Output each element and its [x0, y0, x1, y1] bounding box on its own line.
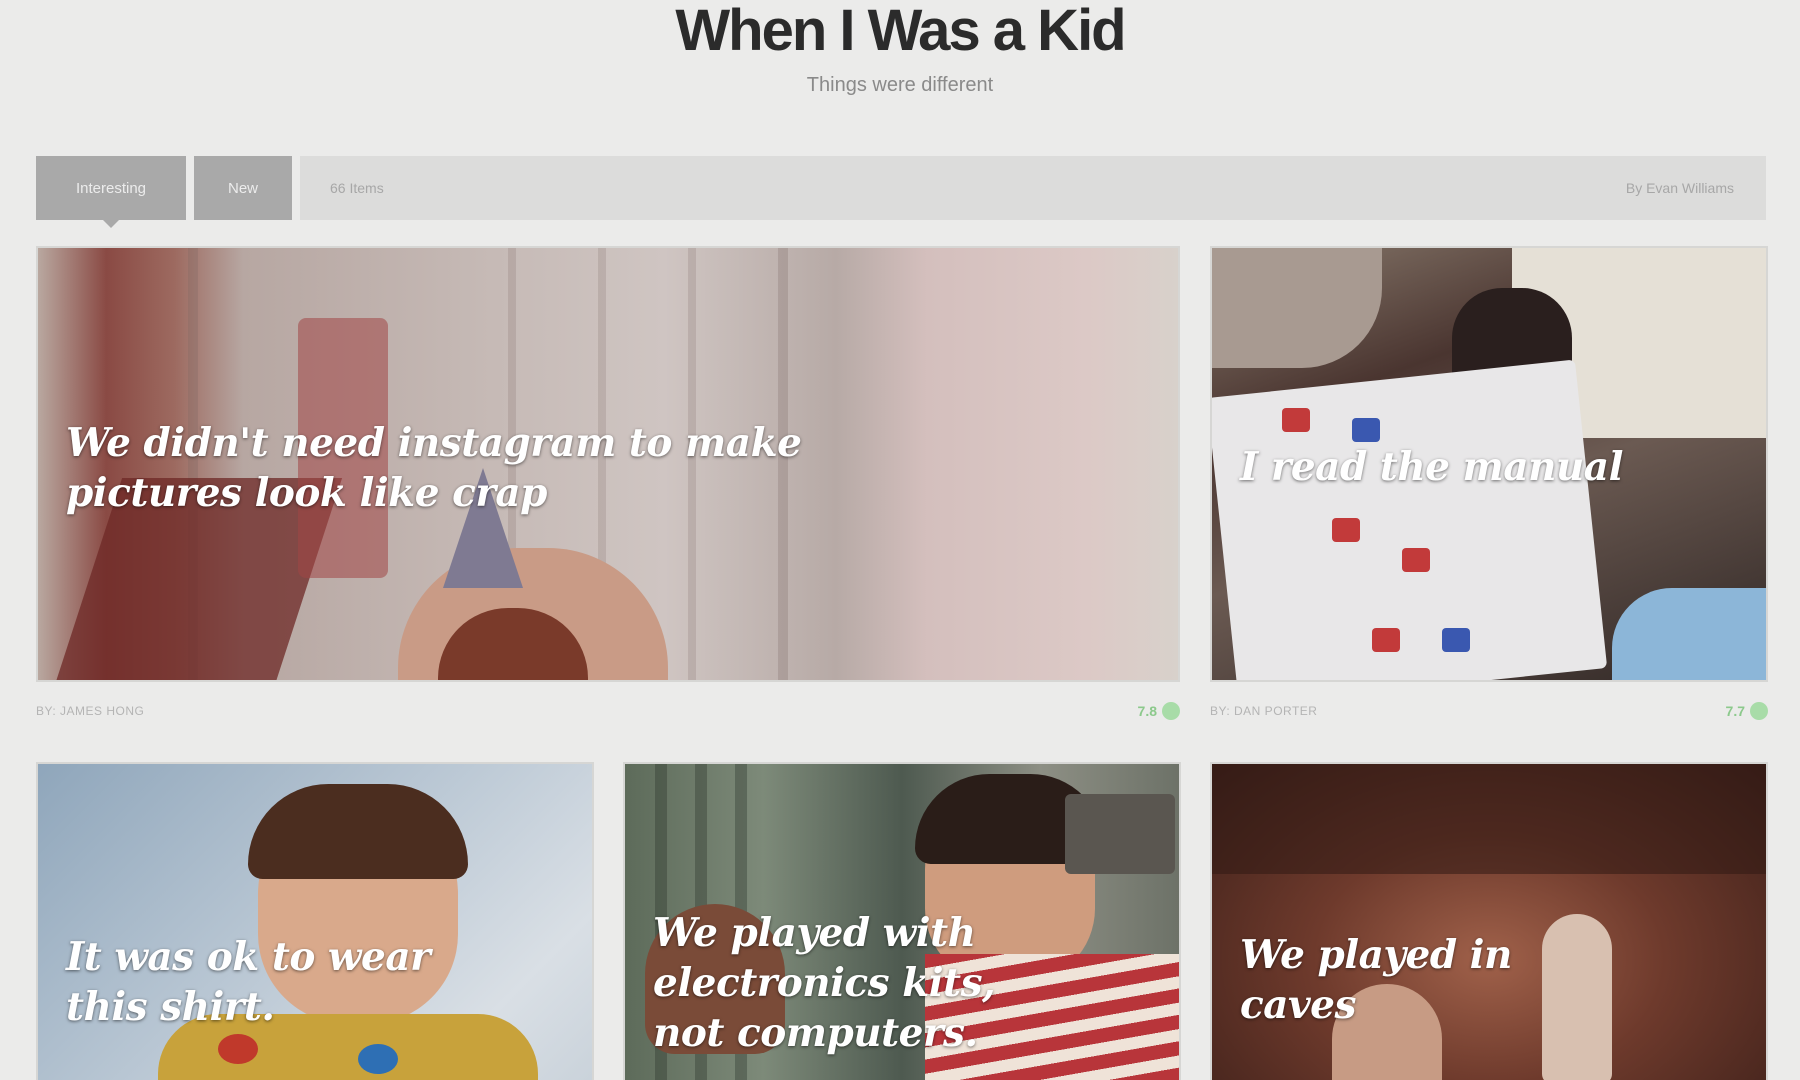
score-value: 7.8	[1137, 703, 1157, 719]
toolbar-bar: 66 Items By Evan Williams	[300, 156, 1766, 220]
caption-line: It was ok to wear	[66, 934, 431, 980]
card-meta: BY: JAMES HONG 7.8	[36, 702, 1180, 724]
story-card[interactable]: I read the manual	[1210, 246, 1768, 682]
collection-byline[interactable]: By Evan Williams	[1626, 156, 1734, 220]
card-meta: BY: DAN PORTER 7.7	[1210, 702, 1768, 724]
caption-line: I read the manual	[1240, 444, 1623, 490]
card-caption: We didn't need instagram to make picture…	[66, 418, 802, 518]
card-score[interactable]: 7.8	[1138, 702, 1180, 720]
page-subtitle: Things were different	[806, 74, 994, 96]
page-title: When I Was a Kid	[675, 0, 1126, 63]
card-author[interactable]: BY: DAN PORTER	[1210, 704, 1317, 718]
story-card[interactable]: We didn't need instagram to make picture…	[36, 246, 1180, 682]
page: When I Was a Kid Things were different I…	[0, 0, 1800, 1080]
item-count: 66 Items	[330, 180, 384, 196]
story-card[interactable]: We played in caves	[1210, 762, 1768, 1080]
caption-line: We played with	[653, 910, 976, 956]
caption-line: pictures look like crap	[66, 470, 547, 516]
caption-line: not computers.	[653, 1010, 978, 1056]
story-card[interactable]: It was ok to wear this shirt.	[36, 762, 594, 1080]
card-caption: I read the manual	[1240, 442, 1623, 492]
story-card[interactable]: We played with electronics kits, not com…	[623, 762, 1181, 1080]
card-author[interactable]: BY: JAMES HONG	[36, 704, 144, 718]
card-photo	[1212, 764, 1766, 1080]
caption-line: electronics kits,	[653, 960, 996, 1006]
card-score[interactable]: 7.7	[1726, 702, 1768, 720]
card-caption: We played with electronics kits, not com…	[653, 908, 996, 1058]
caption-line: caves	[1240, 982, 1356, 1028]
tab-interesting[interactable]: Interesting	[36, 156, 186, 220]
card-caption: It was ok to wear this shirt.	[66, 932, 431, 1032]
tab-new[interactable]: New	[194, 156, 292, 220]
card-photo	[38, 764, 592, 1080]
caption-line: We played in	[1240, 932, 1512, 978]
caption-line: We didn't need instagram to make	[66, 420, 802, 466]
card-caption: We played in caves	[1240, 930, 1512, 1030]
active-tab-pointer	[103, 220, 119, 228]
caption-line: this shirt.	[66, 984, 275, 1030]
toolbar: Interesting New 66 Items By Evan William…	[36, 156, 1766, 228]
score-value: 7.7	[1725, 703, 1745, 719]
score-dot-icon	[1162, 702, 1180, 720]
score-dot-icon	[1750, 702, 1768, 720]
